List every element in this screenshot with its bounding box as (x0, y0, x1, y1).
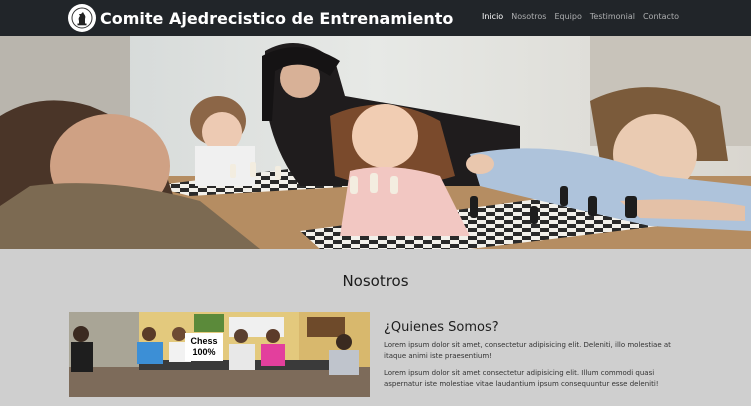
nosotros-section-title: Nosotros (342, 272, 409, 290)
nav-link-nosotros[interactable]: Nosotros (511, 12, 546, 21)
sign-line-2: 100% (192, 347, 216, 357)
nav-links: Inicio Nosotros Equipo Testimonial Conta… (482, 12, 679, 21)
about-paragraph-2: Lorem ipsum dolor sit amet consectetur a… (384, 369, 659, 388)
team-photo: Chess 100% (69, 312, 370, 397)
nav-link-contacto[interactable]: Contacto (643, 12, 679, 21)
about-block: ¿Quienes Somos? Lorem ipsum dolor sit am… (384, 320, 684, 396)
nav-link-inicio[interactable]: Inicio (482, 12, 503, 21)
brand-link[interactable]: Comite Ajedrecistico de Entrenamiento (68, 4, 453, 32)
sign-line-1: Chess (190, 336, 218, 346)
top-navbar: Comite Ajedrecistico de Entrenamiento In… (0, 0, 751, 36)
about-paragraph-1: Lorem ipsum dolor sit amet, consectetur … (384, 341, 671, 360)
about-heading: ¿Quienes Somos? (384, 320, 499, 335)
nav-link-testimonial[interactable]: Testimonial (590, 12, 635, 21)
chess-100-sign: Chess 100% (185, 333, 223, 361)
chess-knight-logo-icon (68, 4, 96, 32)
hero-image-kids-playing-chess (0, 36, 751, 249)
nav-link-equipo[interactable]: Equipo (554, 12, 581, 21)
brand-title: Comite Ajedrecistico de Entrenamiento (100, 8, 454, 28)
